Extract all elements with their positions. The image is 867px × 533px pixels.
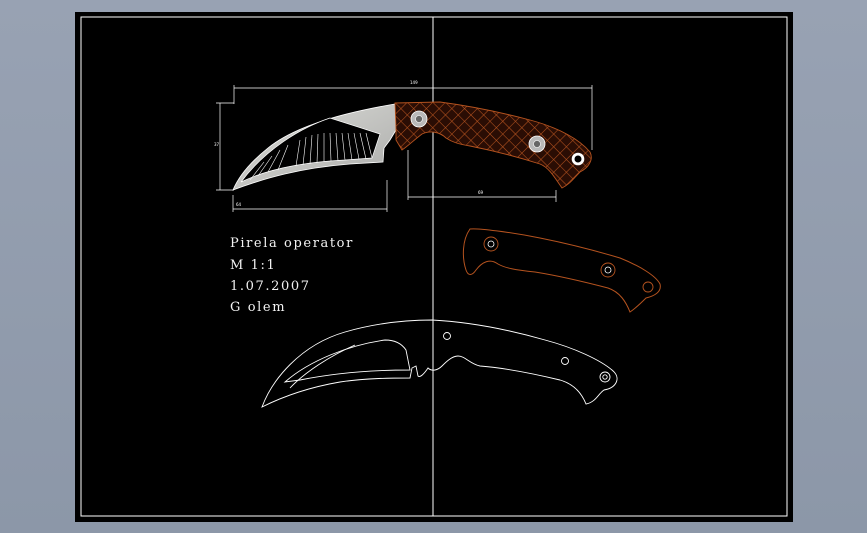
sheet-frame	[80, 16, 788, 517]
blade-grind	[240, 117, 381, 183]
rendered-knife	[232, 101, 592, 191]
note-date: 1.07.2007	[230, 279, 311, 294]
cad-drawing: 149 37 64 69	[80, 16, 788, 517]
knife-outline	[261, 319, 618, 408]
dim-handle: 69	[478, 190, 484, 195]
handle-scale-outline	[462, 228, 661, 313]
note-scale: M 1:1	[230, 258, 277, 273]
dim-reach: 64	[236, 202, 242, 207]
dim-height: 37	[214, 142, 220, 147]
outline-profile	[261, 319, 618, 408]
dim-overall: 149	[410, 80, 418, 85]
note-author: G olem	[230, 300, 287, 315]
note-title: Pirela operator	[230, 236, 354, 251]
